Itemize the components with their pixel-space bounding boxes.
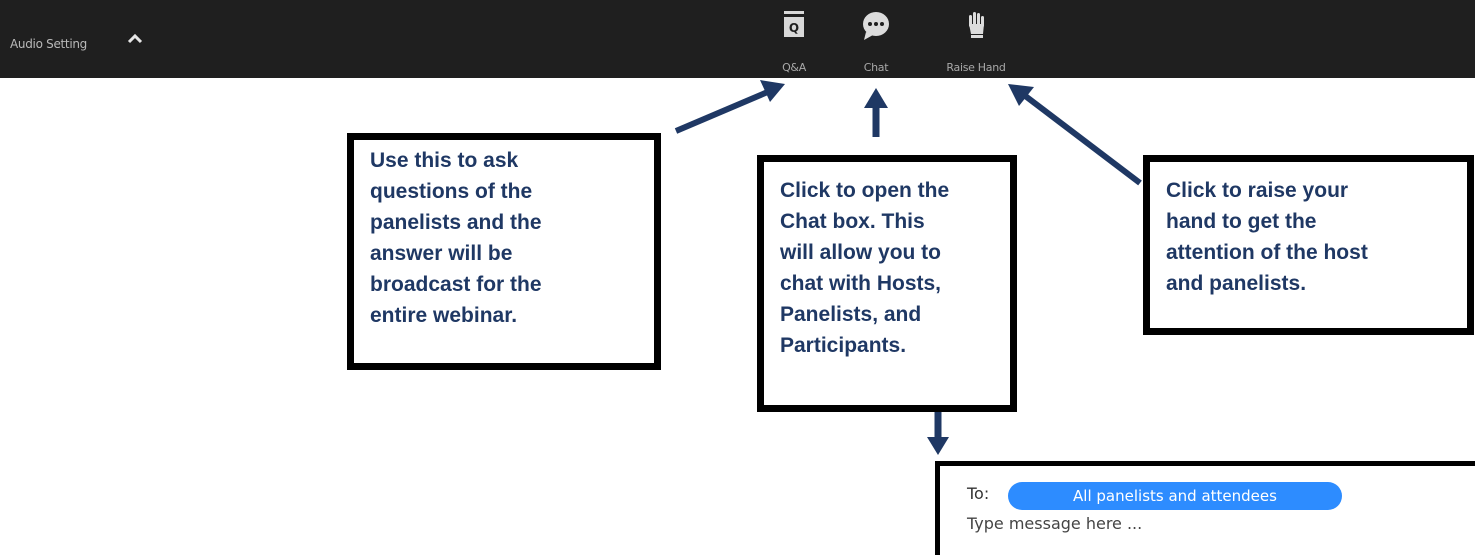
raise-hand-label: Raise Hand — [946, 61, 1006, 74]
chat-bubble-icon — [863, 12, 889, 40]
callout-line: broadcast for the — [370, 273, 542, 296]
message-input[interactable]: Type message here ... — [967, 514, 1142, 533]
callout-line: and panelists. — [1166, 272, 1307, 295]
callout-line: questions of the — [370, 180, 533, 203]
to-label: To: — [967, 484, 990, 503]
qa-label: Q&A — [782, 61, 806, 74]
audio-setting-label[interactable]: Audio Setting — [10, 37, 87, 51]
raise-hand-button[interactable]: Raise Hand — [946, 8, 1006, 78]
qa-icon: Q — [784, 11, 804, 37]
arrow-to-chat — [864, 88, 888, 137]
callout-line: attention of the host — [1166, 241, 1368, 264]
callout-line: Participants. — [780, 334, 907, 357]
svg-text:Q: Q — [789, 21, 799, 35]
arrow-to-chat-box — [927, 412, 949, 455]
arrow-to-qa — [674, 80, 785, 134]
qa-button[interactable]: Q Q&A — [782, 8, 806, 78]
callout-line: Click to open the — [780, 179, 950, 202]
callout-line: answer will be — [370, 242, 513, 265]
callout-line: Chat box. This — [780, 210, 925, 233]
callout-line: chat with Hosts, — [780, 272, 942, 295]
qa-callout: Use this to ask questions of the panelis… — [347, 133, 661, 370]
chat-label: Chat — [863, 61, 889, 74]
chat-callout: Click to open the Chat box. This will al… — [757, 155, 1017, 412]
callout-line: entire webinar. — [370, 304, 518, 327]
raise-hand-icon — [969, 12, 984, 38]
chat-button[interactable]: Chat — [862, 8, 890, 78]
callout-line: Click to raise your — [1166, 179, 1349, 202]
callout-line: panelists and the — [370, 211, 542, 234]
chevron-up-icon[interactable] — [126, 31, 144, 45]
recipient-dropdown[interactable]: All panelists and attendees — [1008, 482, 1342, 510]
callout-line: hand to get the — [1166, 210, 1317, 233]
callout-line: Use this to ask — [370, 149, 519, 172]
arrow-to-raise-hand — [1008, 84, 1142, 186]
callout-line: will allow you to — [780, 241, 942, 264]
raise-hand-callout: Click to raise your hand to get the atte… — [1143, 155, 1474, 335]
meeting-toolbar: Audio Setting Q Q&A Chat Raise Hand — [0, 0, 1475, 78]
callout-line: Panelists, and — [780, 303, 922, 326]
